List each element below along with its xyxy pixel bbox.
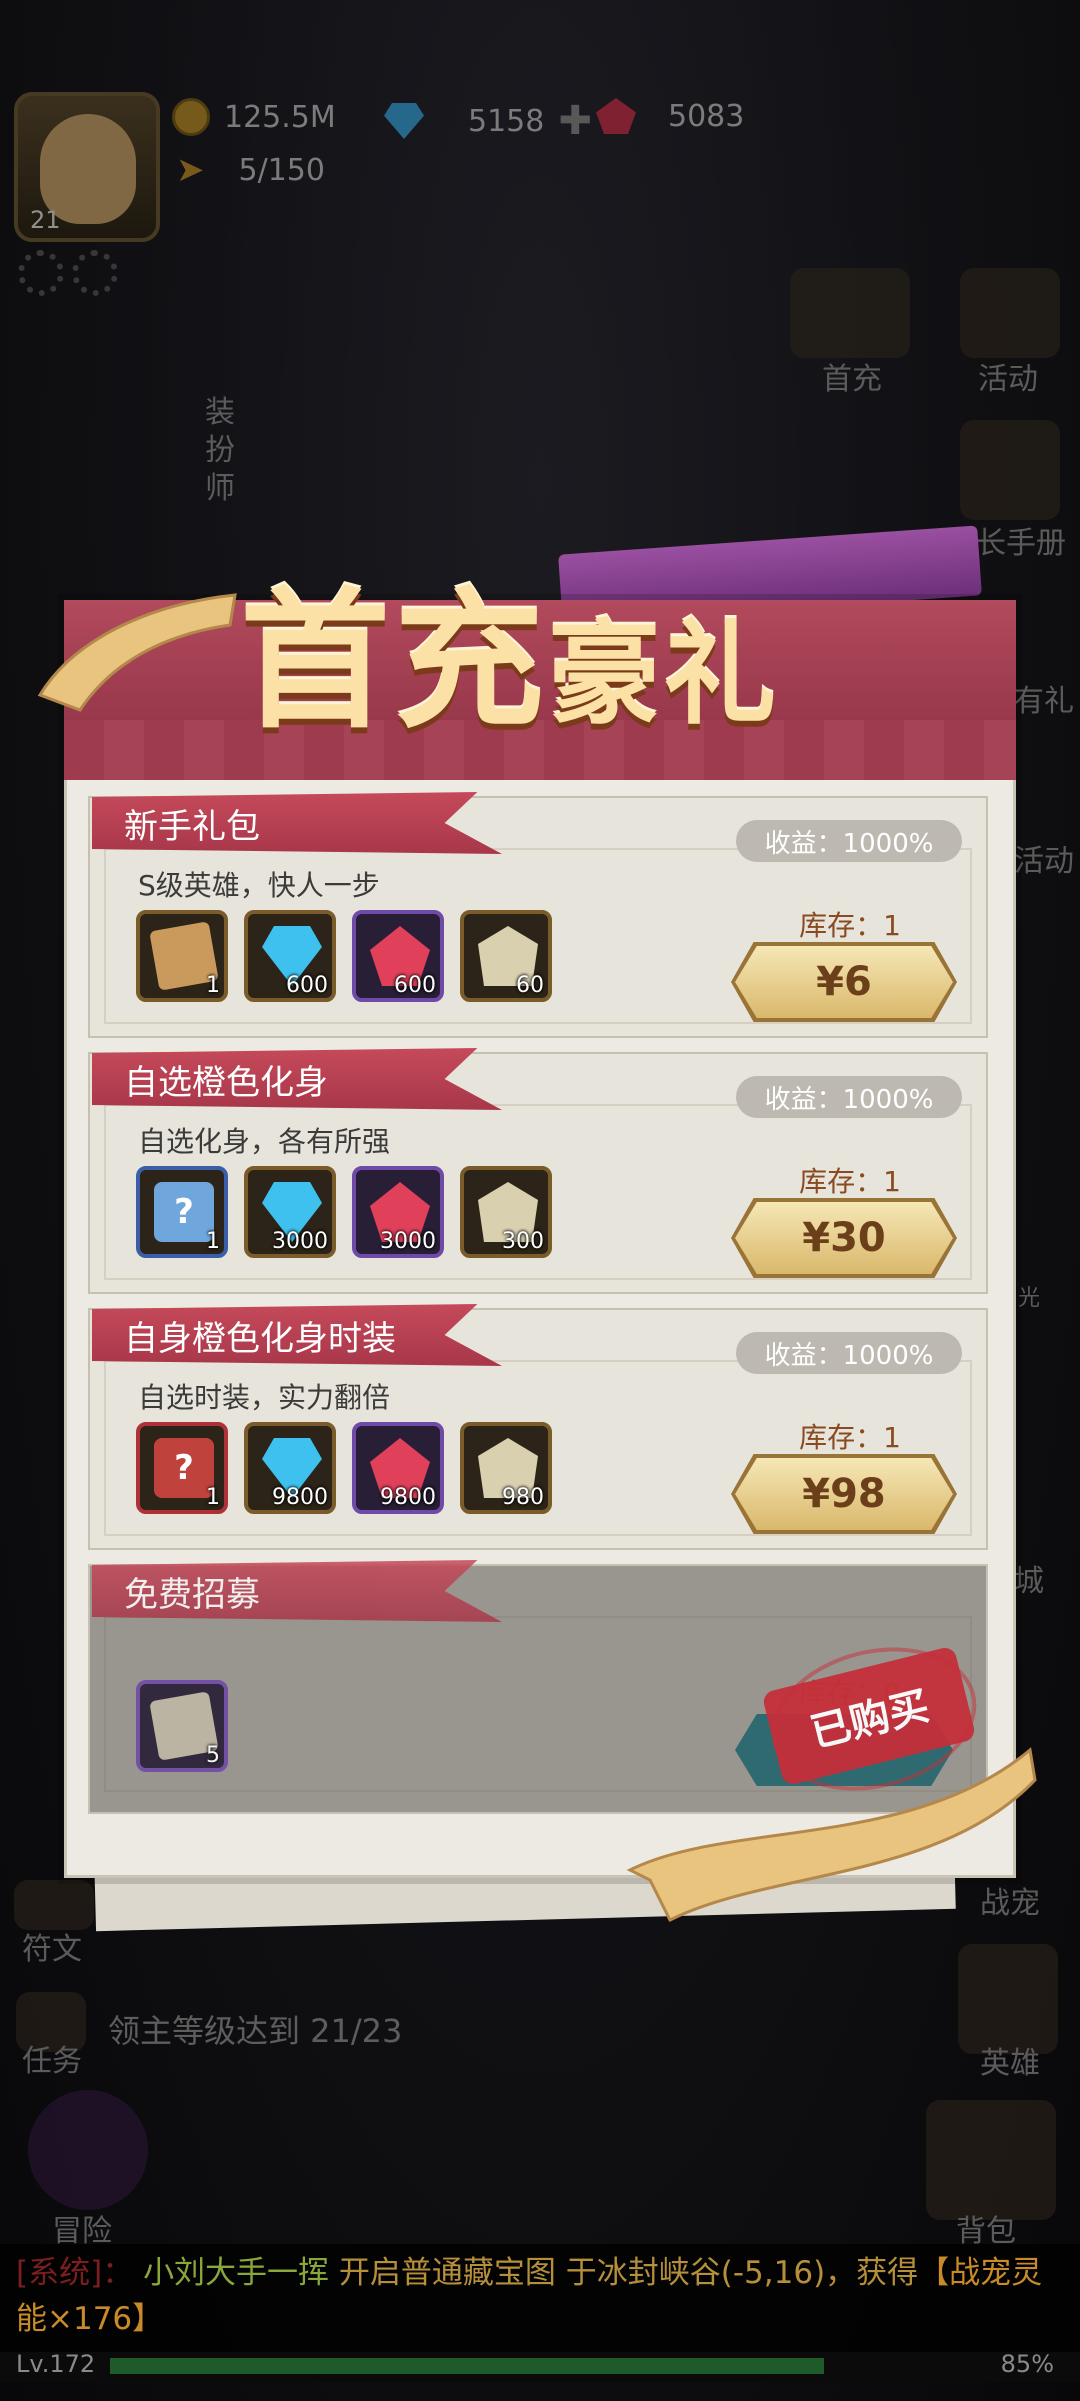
item-qty: 3000 bbox=[380, 1229, 436, 1254]
item-slot[interactable]: 1 bbox=[136, 910, 228, 1002]
pack-yield-2: 收益：1000% bbox=[736, 1076, 962, 1118]
item-slot[interactable]: 5 bbox=[136, 1680, 228, 1772]
pack-stock-1: 库存：1 bbox=[799, 909, 901, 942]
item-slot[interactable]: 9800 bbox=[352, 1422, 444, 1514]
chat-message[interactable]: [系统]： 小刘大手一挥 开启普通藏宝图 于冰封峡谷(-5,16)，获得【战宠灵… bbox=[16, 2250, 1066, 2342]
pack-desc-3: 自选时装，实力翻倍 bbox=[138, 1381, 391, 1414]
mystery-chest-red-icon: ? bbox=[154, 1438, 214, 1498]
pack-desc-1: S级英雄，快人一步 bbox=[138, 869, 380, 902]
popup-title: 首充豪礼 bbox=[240, 540, 780, 757]
item-qty: 60 bbox=[516, 973, 544, 998]
xp-level: Lv.172 bbox=[16, 2350, 96, 2378]
xp-percent: 85% bbox=[1000, 2350, 1054, 2378]
chat-system-tag: [系统]： bbox=[16, 2255, 134, 2291]
item-slot[interactable]: ? 1 bbox=[136, 1422, 228, 1514]
pack-desc-2: 自选化身，各有所强 bbox=[138, 1125, 391, 1158]
item-qty: 300 bbox=[502, 1229, 544, 1254]
item-slot[interactable]: 300 bbox=[460, 1166, 552, 1258]
item-qty: 5 bbox=[206, 1743, 220, 1768]
item-slot[interactable]: 600 bbox=[244, 910, 336, 1002]
pack-yield-3: 收益：1000% bbox=[736, 1332, 962, 1374]
item-qty: 3000 bbox=[272, 1229, 328, 1254]
item-slot[interactable]: 3000 bbox=[244, 1166, 336, 1258]
gold-ribbon-bottom-icon bbox=[626, 1747, 1037, 1923]
buy-button-3[interactable]: ¥98 bbox=[735, 1458, 953, 1530]
item-slot[interactable]: 600 bbox=[352, 910, 444, 1002]
item-qty: 1 bbox=[206, 973, 220, 998]
pack-title-4: 免费招募 bbox=[92, 1560, 502, 1622]
item-qty: 600 bbox=[286, 973, 328, 998]
mystery-chest-icon: ? bbox=[154, 1182, 214, 1242]
pack-title-1: 新手礼包 bbox=[92, 792, 502, 854]
item-slot[interactable]: 9800 bbox=[244, 1422, 336, 1514]
item-qty: 9800 bbox=[380, 1485, 436, 1510]
pack-stock-2: 库存：1 bbox=[799, 1165, 901, 1198]
pack-yield-1: 收益：1000% bbox=[736, 820, 962, 862]
item-slot[interactable]: 980 bbox=[460, 1422, 552, 1514]
pack-stock-3: 库存：1 bbox=[799, 1421, 901, 1454]
item-qty: 9800 bbox=[272, 1485, 328, 1510]
title-big: 首充 bbox=[240, 573, 549, 749]
buy-button-1[interactable]: ¥6 bbox=[735, 946, 953, 1018]
item-slot[interactable]: 3000 bbox=[352, 1166, 444, 1258]
chat-action: 开启普通藏宝图 于冰封峡谷(-5,16)，获得 bbox=[338, 2255, 919, 2291]
title-small: 豪礼 bbox=[548, 609, 781, 740]
item-qty: 980 bbox=[502, 1485, 544, 1510]
xp-bar-fill bbox=[110, 2358, 824, 2374]
pack-title-2: 自选橙色化身 bbox=[92, 1048, 502, 1110]
item-qty: 1 bbox=[206, 1485, 220, 1510]
item-qty: 600 bbox=[394, 973, 436, 998]
item-slot[interactable]: ? 1 bbox=[136, 1166, 228, 1258]
gold-ribbon-left-icon bbox=[37, 593, 237, 712]
buy-button-2[interactable]: ¥30 bbox=[735, 1202, 953, 1274]
item-qty: 1 bbox=[206, 1229, 220, 1254]
chat-player[interactable]: 小刘大手一挥 bbox=[143, 2255, 329, 2291]
pack-title-3: 自身橙色化身时装 bbox=[92, 1304, 502, 1366]
item-slot[interactable]: 60 bbox=[460, 910, 552, 1002]
